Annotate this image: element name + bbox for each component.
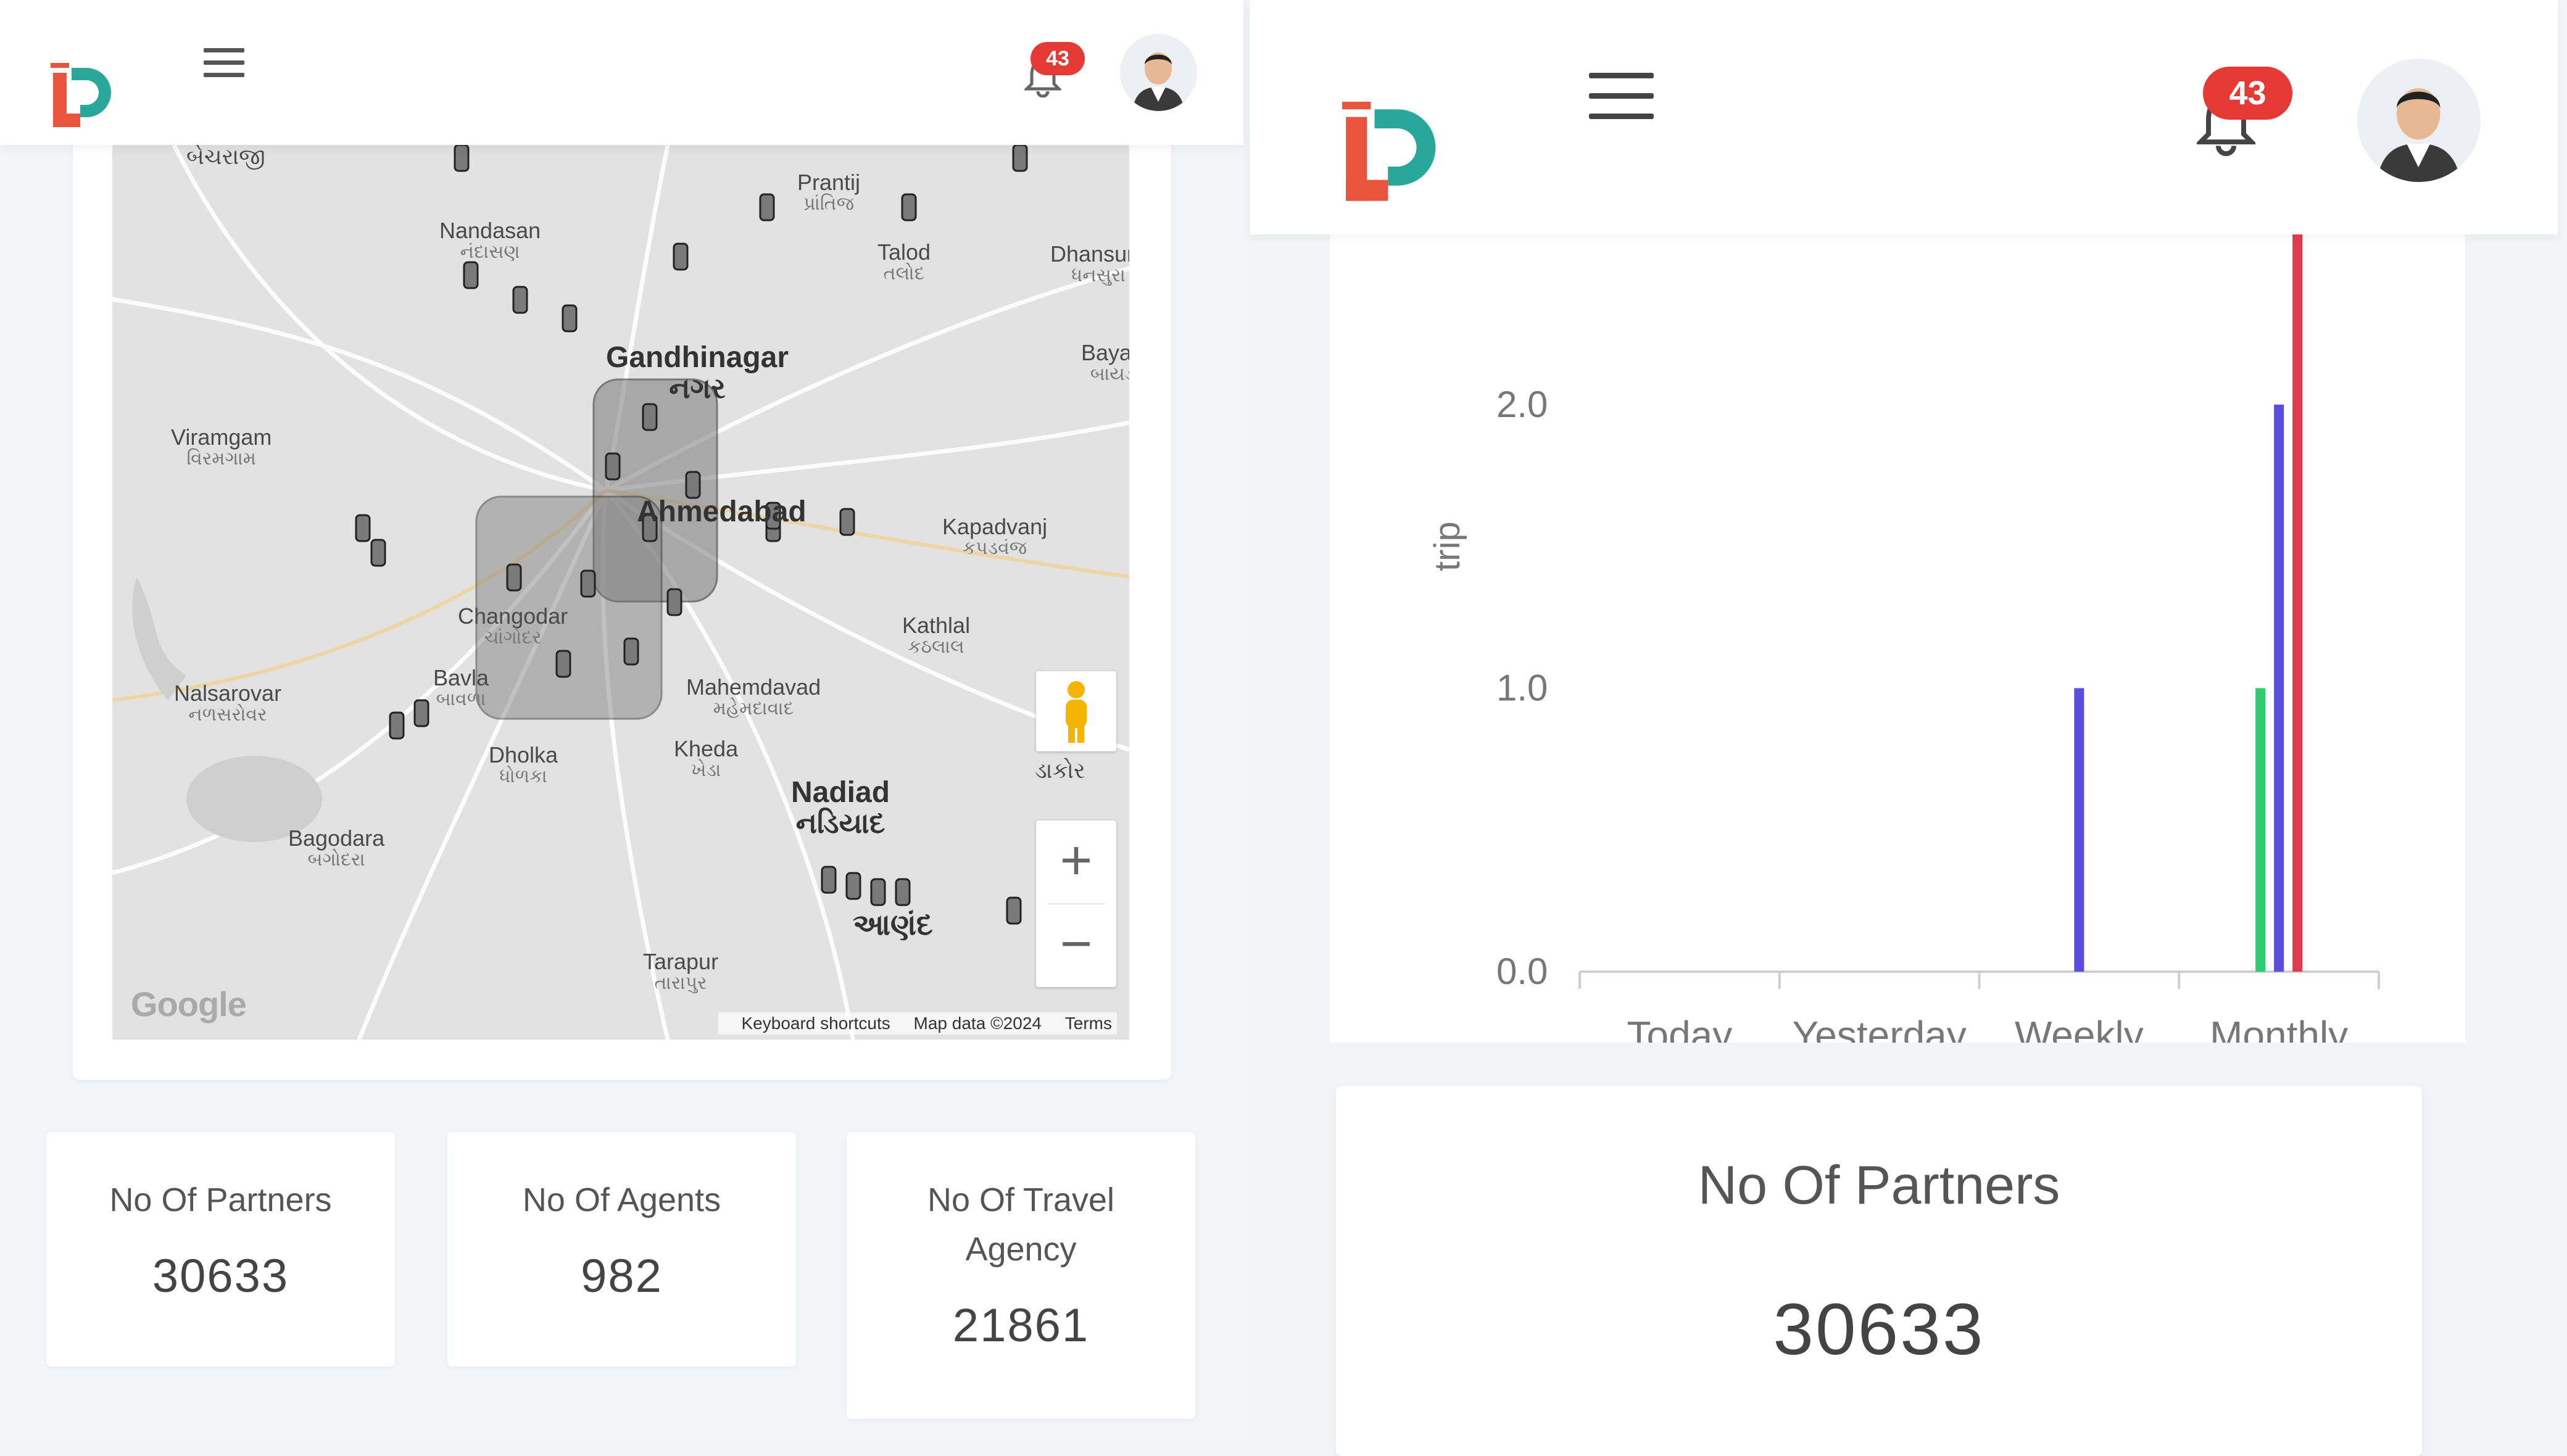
top-header: 43 xyxy=(1250,0,2558,234)
map-place-label: Tarapur તારાપુર xyxy=(643,949,719,993)
map-place-label: Viramgam વિરમગામ xyxy=(171,424,272,469)
zoom-in-button[interactable]: + xyxy=(1036,821,1116,904)
google-logo[interactable]: Google xyxy=(131,984,247,1024)
top-header: 43 xyxy=(0,0,1243,145)
brand-logo[interactable] xyxy=(1342,86,1447,207)
stat-card-partners: No Of Partners 30633 xyxy=(1336,1086,2422,1456)
x-tick-label: Yesterday xyxy=(1792,1013,1966,1043)
map-place-label: Dhansuraધનસુરા xyxy=(1050,241,1129,286)
map-place-label: Mahemdavad મહેમદાવાદ xyxy=(686,674,821,719)
stat-value: 21861 xyxy=(952,1299,1090,1352)
map-place-label: Nadiad નડિયાદ xyxy=(791,776,890,840)
y-tick-label: 1.0 xyxy=(1496,667,1548,708)
map-place-label: Bavla બાવળા xyxy=(433,665,489,709)
notification-badge[interactable]: 43 xyxy=(1031,42,1085,75)
x-tick-label: Today xyxy=(1627,1013,1732,1043)
keyboard-shortcuts-link[interactable]: Keyboard shortcuts xyxy=(742,1014,890,1033)
map-place-label: Dholka ધોળકા xyxy=(489,742,558,787)
map-place-label: Talod તલોદ xyxy=(877,239,931,284)
map-place-label: Nandasan નંદાસણ xyxy=(439,218,541,262)
bar-weekly-1 xyxy=(2074,688,2084,972)
map-place-label: Bagodara બગોદરા xyxy=(288,825,385,870)
right-dashboard-panel: 43 0.0 1.0 2.0 trip Today Yesterday Weekly Mont… xyxy=(1243,0,2567,1456)
trip-bar-chart: 0.0 1.0 2.0 trip Today Yesterday Weekly Monthly xyxy=(1427,234,2380,1043)
map-place-label: Ahmedabad xyxy=(637,495,807,528)
menu-toggle-icon[interactable] xyxy=(1589,73,1654,121)
map-place-label: Nalsarovar નળસરોવર xyxy=(174,680,282,725)
notification-badge[interactable]: 43 xyxy=(2203,67,2292,120)
terms-link[interactable]: Terms xyxy=(1065,1014,1112,1033)
map-place-label: Kathlal કઠલાલ xyxy=(902,613,971,657)
left-dashboard-panel: 43 બેચરાજી Nandasan નંદાસણ Prantij પ્રાં… xyxy=(0,0,1243,1444)
trip-chart-card: 0.0 1.0 2.0 trip Today Yesterday Weekly Monthly xyxy=(1330,234,2465,1043)
user-avatar[interactable] xyxy=(2357,59,2481,182)
map-attribution: Keyboard shortcuts Map data ©2024 Terms xyxy=(718,1012,1117,1035)
stat-title: No Of Travel Agency xyxy=(927,1181,1115,1268)
brand-logo[interactable] xyxy=(51,54,118,130)
map-roads xyxy=(112,145,1129,1040)
y-tick-label: 2.0 xyxy=(1496,384,1548,425)
map-place-label: Changodar ચાંગોદર xyxy=(458,603,568,648)
y-tick-label: 0.0 xyxy=(1496,951,1548,992)
partners-map[interactable]: બેચરાજી Nandasan નંદાસણ Prantij પ્રાંતિજ T… xyxy=(112,145,1129,1040)
user-avatar[interactable] xyxy=(1120,34,1197,111)
stat-card-agents: No Of Agents 982 xyxy=(447,1132,796,1367)
map-place-label: Gandhinagar નગર xyxy=(606,341,789,405)
map-place-label: Kheda ખેડા xyxy=(674,736,739,780)
stat-value: 30633 xyxy=(1773,1289,1985,1370)
map-place-label: Bayadબાયડ xyxy=(1081,340,1129,384)
map-zoom-control: + − xyxy=(1036,821,1116,987)
bar-monthly-2 xyxy=(2292,234,2303,972)
stat-card-partners: No Of Partners 30633 xyxy=(46,1132,395,1367)
map-data-text: Map data ©2024 xyxy=(913,1014,1042,1033)
x-tick-label: Weekly xyxy=(2015,1013,2144,1043)
map-place-label: ડાકોર xyxy=(1035,758,1085,783)
map-place-label: આણંદ xyxy=(853,909,933,941)
stat-title: No Of Partners xyxy=(109,1181,332,1218)
bar-monthly-1 xyxy=(2274,404,2284,972)
menu-toggle-icon[interactable] xyxy=(204,48,244,78)
x-tick-label: Monthly xyxy=(2210,1013,2348,1043)
stat-value: 982 xyxy=(581,1250,663,1302)
stat-card-travel-agency: No Of Travel Agency 21861 xyxy=(847,1132,1195,1419)
map-place-label: બેચરાજી xyxy=(186,145,265,169)
street-view-pegman-icon[interactable] xyxy=(1036,671,1116,751)
map-place-label: Kapadvanj કપડવંજ xyxy=(942,514,1048,558)
zoom-out-button[interactable]: − xyxy=(1036,904,1116,987)
stat-title: No Of Partners xyxy=(1698,1154,2060,1215)
map-place-label: Prantij પ્રાંતિજ xyxy=(797,170,861,214)
stat-value: 30633 xyxy=(152,1250,289,1302)
stat-title: No Of Agents xyxy=(522,1181,721,1218)
y-axis-label: trip xyxy=(1427,521,1467,571)
bar-monthly-0 xyxy=(2255,688,2266,972)
